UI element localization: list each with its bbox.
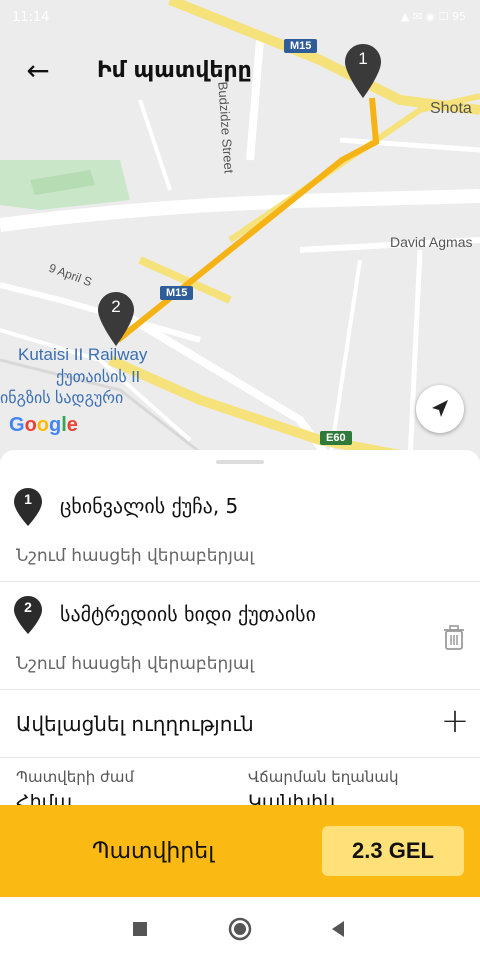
david-agmas-label: David Agmas: [390, 234, 473, 250]
arrow-left-icon: ←: [26, 54, 50, 87]
order-time-label: Պատվերի ժամ: [16, 768, 135, 786]
stop-1-pin: 1: [14, 488, 42, 526]
stop-1-note[interactable]: Նշում հասցեի վերաբերյալ: [16, 546, 254, 566]
payment-method-value[interactable]: Կանխիկ: [248, 791, 335, 805]
square-recent-icon: [133, 922, 147, 936]
home-button[interactable]: [226, 915, 254, 943]
page-title: Իմ պատվերը: [97, 58, 252, 83]
stop-row-2[interactable]: 2 სამტრედიის ხიდი ქუთაისი Նշում հասցեի վ…: [0, 582, 480, 690]
price-badge: 2.3 GEL: [322, 826, 464, 876]
triangle-back-icon: [332, 921, 344, 937]
system-nav-bar: [0, 897, 480, 960]
stop-2-pin: 2: [14, 596, 42, 634]
order-time-value[interactable]: Հիմա: [16, 791, 72, 805]
back-nav-button[interactable]: [324, 915, 352, 943]
trash-icon: [444, 625, 464, 650]
kutaisi-station-label-ka1: ქუთაისის II: [56, 369, 141, 386]
m15-shield-mid: M15: [160, 286, 194, 300]
kutaisi-station-label-ka2: ინგზის სადგური: [0, 390, 124, 407]
status-system-icons: ▲ ✉ ◉ ☐ 95: [400, 10, 466, 23]
stop-2-number: 2: [24, 599, 32, 615]
recent-apps-button[interactable]: [126, 915, 154, 943]
stop-row-1[interactable]: 1 ცხინვალის ქუჩა, 5 Նշում հասցեի վերաբեր…: [0, 474, 480, 582]
add-direction-label: Ավելացնել ուղղություն: [16, 712, 254, 736]
stop-1-address: ცხინვალის ქუჩა, 5: [60, 494, 239, 518]
circle-home-icon: [228, 917, 252, 941]
google-logo: Google: [9, 414, 78, 436]
order-button[interactable]: Պատվիրել 2.3 GEL: [0, 805, 480, 897]
plus-icon[interactable]: +: [438, 704, 472, 738]
header: ← Իմ պատվերը: [0, 40, 480, 104]
kutaisi-station-label: Kutaisi II Railway: [18, 345, 148, 364]
add-direction-row[interactable]: Ավելացնել ուղղություն +: [0, 690, 480, 758]
map-pin-2[interactable]: 2: [98, 292, 134, 346]
navigation-arrow-icon: [432, 400, 448, 417]
delete-stop-button[interactable]: [440, 624, 468, 652]
e60-shield: E60: [320, 431, 352, 445]
sheet-drag-handle[interactable]: [216, 460, 264, 464]
order-sheet: 1 ცხინვალის ქუჩა, 5 Նշում հասցեի վերաբեր…: [0, 450, 480, 805]
stop-2-note[interactable]: Նշում հասցեի վերաբերյալ: [16, 654, 254, 674]
back-button[interactable]: ←: [18, 54, 58, 90]
map-pin-2-number: 2: [111, 297, 121, 316]
stop-2-address: სამტრედიის ხიდი ქუთაისი: [60, 602, 316, 626]
my-location-button[interactable]: [416, 385, 464, 433]
status-bar: 11:14 ▲ ✉ ◉ ☐ 95: [0, 0, 480, 36]
status-time: 11:14: [12, 10, 50, 25]
order-button-label: Պատվիրել: [92, 839, 215, 864]
stop-1-number: 1: [24, 491, 32, 507]
payment-method-label: Վճարման եղանակ: [248, 768, 399, 786]
